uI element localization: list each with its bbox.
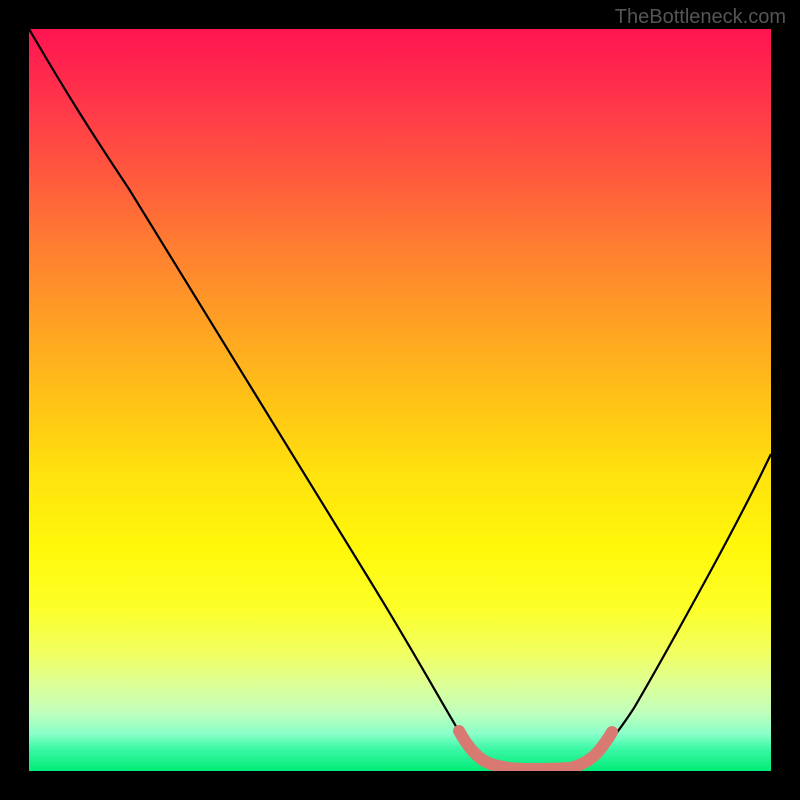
chart-svg xyxy=(29,29,771,771)
optimal-range-highlight xyxy=(459,731,612,769)
highlight-dot-right xyxy=(607,727,618,738)
chart-area xyxy=(29,29,771,771)
highlight-dot-left xyxy=(454,726,465,737)
watermark: TheBottleneck.com xyxy=(615,6,786,29)
bottleneck-curve xyxy=(29,29,771,769)
